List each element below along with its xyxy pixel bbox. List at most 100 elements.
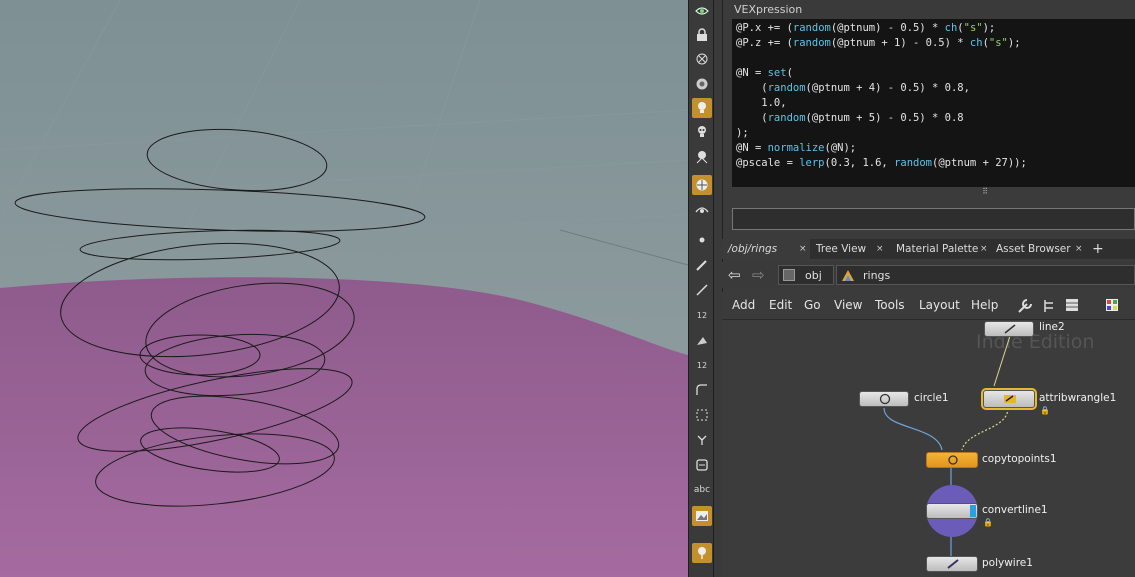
brush-icon[interactable]: [692, 255, 712, 275]
right-panel: VEXpression @P.x += (random(@ptnum) - 0.…: [714, 0, 1135, 577]
copy-icon: [948, 455, 958, 465]
tab-material-palette[interactable]: Material Palette ×: [892, 239, 990, 259]
path-current-label: rings: [863, 269, 891, 282]
circle-icon: [879, 393, 891, 405]
code-line: @N = set(: [736, 67, 793, 79]
back-arrow-icon[interactable]: ⇦: [728, 265, 741, 285]
snap-icon[interactable]: [692, 199, 712, 219]
vex-title: VEXpression: [732, 0, 1135, 19]
node-label-line2: line2: [1039, 321, 1065, 333]
ground-plane: [0, 277, 688, 577]
vex-expression-field[interactable]: [732, 208, 1135, 230]
path-current[interactable]: rings: [836, 265, 1135, 285]
wrench-icon[interactable]: [1017, 298, 1033, 314]
close-icon[interactable]: ×: [980, 239, 988, 259]
path-bar: ⇦ ⇨ obj rings: [722, 262, 1135, 288]
curve-icon[interactable]: [692, 380, 712, 400]
node-label-circle1: circle1: [914, 392, 949, 404]
code-line: @N = normalize(@N);: [736, 142, 857, 154]
pen-icon[interactable]: [692, 280, 712, 300]
network-menu-bar: Add Edit Go View Tools Layout Help: [722, 292, 1135, 320]
code-line: @P.z += (random(@ptnum + 1) - 0.5) * ch(…: [736, 37, 1021, 49]
code-line: 1.0,: [736, 97, 787, 109]
render-flag[interactable]: [970, 505, 976, 517]
text-tool-label: abc: [693, 485, 711, 495]
node-copytopoints1[interactable]: [926, 452, 978, 468]
wrangle-icon: [1004, 395, 1016, 403]
numbered-sculpt-label: 12: [696, 360, 708, 370]
camera-icon[interactable]: [692, 74, 712, 94]
node-label-convertline1: convertline1: [982, 504, 1048, 516]
tab-obj-rings[interactable]: /obj/rings ×: [722, 239, 810, 259]
node-circle1[interactable]: [859, 391, 909, 407]
node-wires: [883, 335, 1011, 560]
node-label-copytopoints1: copytopoints1: [982, 453, 1057, 465]
code-line: );: [736, 127, 749, 139]
display-options-icon[interactable]: [692, 1, 712, 21]
lock-icon: 🔒: [983, 518, 993, 527]
numbered-pen-label: 12: [696, 310, 708, 320]
add-tab-button[interactable]: +: [1092, 239, 1108, 259]
branch-icon[interactable]: [692, 430, 712, 450]
node-label-polywire1: polywire1: [982, 557, 1033, 569]
menu-add[interactable]: Add: [732, 292, 755, 319]
path-root[interactable]: obj: [778, 265, 834, 285]
box-icon[interactable]: [692, 455, 712, 475]
tab-tree-view[interactable]: Tree View ×: [812, 239, 890, 259]
node-attribwrangle1[interactable]: [981, 388, 1037, 410]
image-icon[interactable]: [692, 506, 712, 526]
sculpt-icon[interactable]: [692, 330, 712, 350]
code-line: (random(@ptnum + 4) - 0.5) * 0.8,: [736, 82, 970, 94]
menu-help[interactable]: Help: [971, 292, 998, 319]
spot-light-icon[interactable]: [692, 147, 712, 167]
numbered-sculpt-icon[interactable]: 12: [692, 355, 712, 375]
light-icon[interactable]: [692, 98, 712, 118]
menu-layout[interactable]: Layout: [919, 292, 960, 319]
node-convertline1[interactable]: [926, 503, 978, 519]
tab-label: /obj/rings: [728, 243, 778, 255]
node-label-attribwrangle1: attribwrangle1: [1039, 392, 1117, 404]
tab-label: Material Palette: [896, 243, 979, 255]
ghost-icon[interactable]: [692, 49, 712, 69]
numbered-pen-icon[interactable]: 12: [692, 305, 712, 325]
menu-edit[interactable]: Edit: [769, 292, 792, 319]
tab-asset-browser[interactable]: Asset Browser ×: [992, 239, 1086, 259]
obj-icon: [783, 269, 795, 281]
pane-tabs: /obj/rings × Tree View × Material Palett…: [722, 239, 1135, 259]
menu-tools[interactable]: Tools: [875, 292, 905, 319]
menu-go[interactable]: Go: [804, 292, 821, 319]
code-line: @pscale = lerp(0.3, 1.6, random(@ptnum +…: [736, 157, 1027, 169]
node-polywire1[interactable]: [926, 556, 978, 572]
line-icon: [1004, 324, 1016, 334]
skull-light-icon[interactable]: [692, 122, 712, 142]
pin-icon[interactable]: [692, 543, 712, 563]
vex-code-editor[interactable]: @P.x += (random(@ptnum) - 0.5) * ch("s")…: [732, 19, 1135, 187]
lock-icon[interactable]: [692, 25, 712, 45]
resize-grip-icon[interactable]: ⠿: [978, 187, 992, 197]
palette-icon[interactable]: [1105, 298, 1119, 312]
forward-arrow-icon[interactable]: ⇨: [752, 265, 765, 285]
menu-view[interactable]: View: [834, 292, 862, 319]
node-line2[interactable]: [984, 321, 1034, 337]
lattice-icon[interactable]: [692, 405, 712, 425]
env-light-icon[interactable]: [692, 175, 712, 195]
network-editor[interactable]: Indie Edition line2 circle1 attribwrangl…: [722, 320, 1135, 577]
code-line: @P.x += (random(@ptnum) - 0.5) * ch("s")…: [736, 22, 996, 34]
list-icon[interactable]: [1065, 298, 1079, 312]
lock-icon: 🔒: [1040, 406, 1050, 415]
scene-viewport[interactable]: [0, 0, 688, 577]
code-line: (random(@ptnum + 5) - 0.5) * 0.8: [736, 112, 964, 124]
tab-label: Tree View: [816, 243, 867, 255]
close-icon[interactable]: ×: [1075, 239, 1083, 259]
close-icon[interactable]: ×: [799, 239, 807, 259]
text-icon[interactable]: abc: [692, 480, 712, 500]
path-root-label: obj: [805, 269, 822, 282]
close-icon[interactable]: ×: [876, 239, 884, 259]
geometry-icon: [842, 270, 854, 281]
tab-label: Asset Browser: [996, 243, 1071, 255]
tree-icon[interactable]: [1042, 298, 1056, 314]
viewport-toolbar: 12 12 abc: [688, 0, 714, 577]
polywire-icon: [947, 559, 959, 569]
point-icon[interactable]: [692, 230, 712, 250]
